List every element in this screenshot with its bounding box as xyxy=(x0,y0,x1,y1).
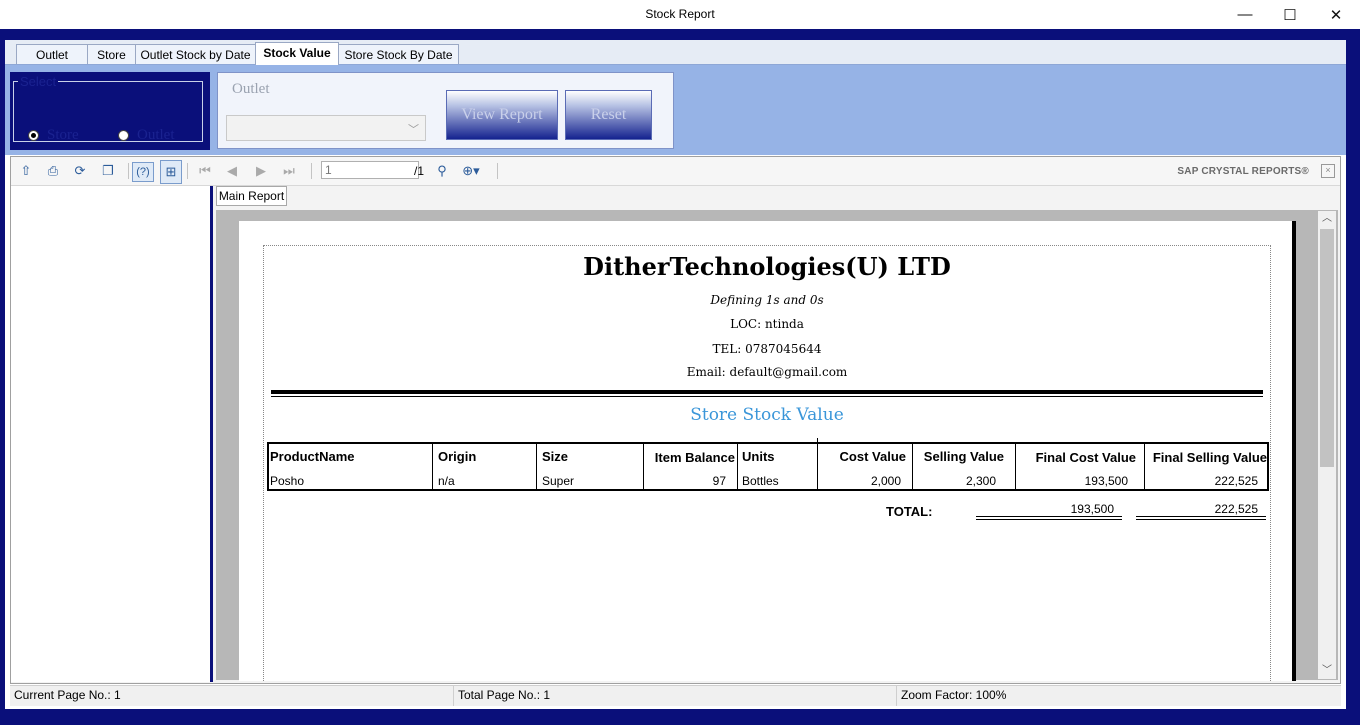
reset-label: Reset xyxy=(590,106,627,123)
select-legend: Select xyxy=(20,74,57,89)
last-page-icon[interactable]: ⏭ xyxy=(279,162,299,180)
header-origin: Origin xyxy=(438,449,477,464)
cell-cost-value: 2,000 xyxy=(870,474,901,488)
header-cost-value: Cost Value xyxy=(839,449,906,464)
chevron-down-icon: ﹀ xyxy=(408,124,419,136)
close-icon[interactable]: × xyxy=(1321,164,1335,178)
company-tel: TEL: 0787045644 xyxy=(712,342,822,356)
company-location: LOC: ntinda xyxy=(730,317,804,331)
column-divider xyxy=(432,442,433,491)
page-number-input[interactable]: 1 xyxy=(321,161,419,179)
tab-main-report[interactable]: Main Report xyxy=(216,186,287,206)
company-name: DitherTechnologies(U) LTD xyxy=(583,252,951,281)
store-radio-label: Store xyxy=(47,127,79,143)
toolbar-separator xyxy=(187,163,188,179)
toolbar-separator xyxy=(497,163,498,179)
zoom-icon[interactable]: ⊕▾ xyxy=(461,162,481,180)
outlet-radio-dot[interactable] xyxy=(118,130,129,141)
previous-page-icon[interactable]: ◀ xyxy=(222,162,242,180)
company-tagline: Defining 1s and 0s xyxy=(710,293,824,307)
header-selling-value: Selling Value xyxy=(923,449,1004,464)
store-radio-dot[interactable] xyxy=(28,130,39,141)
header-rule-thin xyxy=(271,396,1263,397)
header-size: Size xyxy=(542,449,569,464)
first-page-icon[interactable]: ⏮ xyxy=(195,162,215,180)
cell-origin: n/a xyxy=(438,474,455,488)
cell-selling-value: 2,300 xyxy=(965,474,996,488)
header-final-selling-value: Final Selling Value xyxy=(1152,450,1267,465)
report-title: Store Stock Value xyxy=(690,405,844,425)
next-page-icon[interactable]: ▶ xyxy=(251,162,271,180)
report-toolbar: ⇧ ⎙ ⟳ ❐ (?) ⊞ ⏮ ◀ ▶ ⏭ 1 /1 ⚲ ⊕▾ SAP CRYS… xyxy=(11,157,1340,186)
cell-size: Super xyxy=(542,474,575,488)
refresh-icon[interactable]: ⟳ xyxy=(70,162,90,180)
tab-outlet-stock-by-date[interactable]: Outlet Stock by Date xyxy=(135,44,256,64)
cell-productname: Posho xyxy=(270,474,305,488)
total-selling-value: 222,525 xyxy=(1214,502,1258,516)
outlet-radio[interactable]: Outlet xyxy=(118,127,175,144)
find-icon[interactable]: ⚲ xyxy=(432,162,452,180)
header-units: Units xyxy=(742,449,775,464)
reset-button[interactable]: Reset xyxy=(565,90,652,140)
maximize-button[interactable]: ☐ xyxy=(1267,0,1313,29)
cell-final-selling-value: 222,525 xyxy=(1214,474,1258,488)
tab-store[interactable]: Store xyxy=(87,44,136,64)
print-icon[interactable]: ⎙ xyxy=(43,162,63,180)
status-total-page: Total Page No.: 1 xyxy=(454,686,897,706)
column-divider xyxy=(737,442,738,491)
total-cost-rule xyxy=(976,516,1122,517)
total-cost-value: 193,500 xyxy=(1070,502,1114,516)
header-rule-thick xyxy=(271,390,1263,394)
copy-icon[interactable]: ❐ xyxy=(98,162,118,180)
header-final-cost-value: Final Cost Value xyxy=(1035,450,1136,465)
sap-crystal-reports-logo: SAP CRYSTAL REPORTS® xyxy=(1177,166,1309,177)
status-zoom: Zoom Factor: 100% xyxy=(901,688,1007,702)
select-group: Select Store Outlet xyxy=(10,72,210,150)
store-radio[interactable]: Store xyxy=(28,127,79,144)
toolbar-separator xyxy=(311,163,312,179)
cell-final-cost-value: 193,500 xyxy=(1084,474,1128,488)
cell-item-balance: 97 xyxy=(712,474,726,488)
scroll-up-icon[interactable]: ︿ xyxy=(1318,211,1336,227)
scroll-down-icon[interactable]: ﹀ xyxy=(1318,663,1336,679)
pane-splitter[interactable] xyxy=(210,186,213,682)
status-current-page: Current Page No.: 1 xyxy=(10,686,454,706)
toolbar-separator xyxy=(128,163,129,179)
export-icon[interactable]: ⇧ xyxy=(16,162,36,180)
status-bar: Current Page No.: 1 Total Page No.: 1 Zo… xyxy=(10,685,1341,706)
tab-strip: Outlet Store Outlet Stock by Date Stock … xyxy=(5,40,1346,65)
group-tree-pane xyxy=(11,186,210,682)
total-label: TOTAL: xyxy=(886,504,933,519)
select-fieldset: Select Store Outlet xyxy=(13,74,203,144)
view-report-label: View Report xyxy=(461,106,543,123)
tab-stock-value[interactable]: Stock Value xyxy=(255,42,339,65)
tab-store-stock-by-date[interactable]: Store Stock By Date xyxy=(338,44,459,64)
close-button[interactable]: ✕ xyxy=(1313,0,1359,29)
column-divider xyxy=(536,442,537,491)
outlet-radio-label: Outlet xyxy=(137,127,175,143)
scroll-thumb[interactable] xyxy=(1320,229,1334,467)
window-title: Stock Report xyxy=(645,7,715,21)
outlet-combo[interactable]: ﹀ xyxy=(226,115,426,141)
title-bar: Stock Report — ☐ ✕ xyxy=(0,0,1360,29)
help-icon[interactable]: (?) xyxy=(132,162,154,182)
total-selling-rule xyxy=(1136,516,1266,517)
header-productname: ProductName xyxy=(270,449,355,464)
cell-units: Bottles xyxy=(742,474,779,488)
company-email: Email: default@gmail.com xyxy=(686,365,848,379)
report-scrollbar[interactable]: ︿ ﹀ xyxy=(1318,211,1336,679)
view-report-button[interactable]: View Report xyxy=(446,90,558,140)
page-total: /1 xyxy=(414,164,425,178)
outlet-panel: Outlet ﹀ View Report Reset xyxy=(217,72,674,149)
header-item-balance: Item Balance xyxy=(654,450,735,465)
tab-outlet[interactable]: Outlet xyxy=(16,44,88,64)
group-tree-icon[interactable]: ⊞ xyxy=(160,160,182,184)
total-selling-rule-double xyxy=(1136,519,1266,520)
outlet-label: Outlet xyxy=(232,81,270,97)
total-cost-rule-double xyxy=(976,519,1122,520)
minimize-button[interactable]: — xyxy=(1222,0,1268,29)
